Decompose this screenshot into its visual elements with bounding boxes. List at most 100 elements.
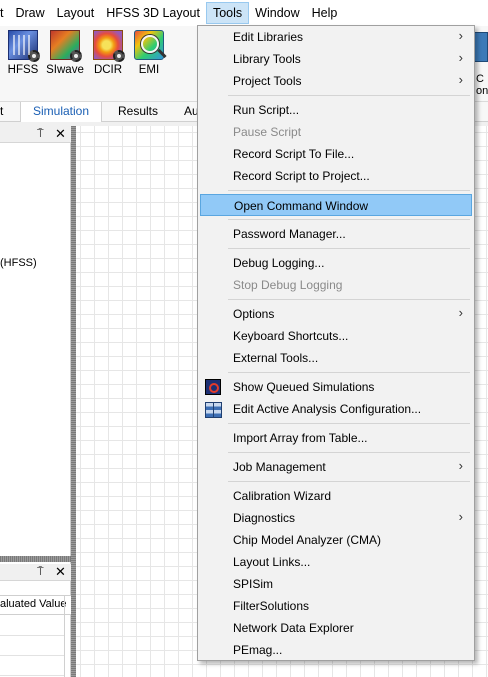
submenu-arrow-icon: › <box>458 72 463 87</box>
tab-clipped[interactable]: t <box>0 102 3 122</box>
gear-icon <box>113 50 125 62</box>
gear-icon <box>70 50 82 62</box>
menu-item-label: Stop Debug Logging <box>233 278 343 292</box>
clipped-tool-label: C on <box>476 73 488 97</box>
menu-item-filtersolutions[interactable]: FilterSolutions <box>200 595 472 617</box>
menu-item-open-command-window[interactable]: Open Command Window <box>200 194 472 216</box>
menu-item-pemag[interactable]: PEmag... <box>200 639 472 661</box>
column-header-label: aluated Value <box>0 598 67 610</box>
hfss-label: HFSS <box>7 64 39 76</box>
menu-item-run-script[interactable]: Run Script... <box>200 99 472 121</box>
magnifier-icon <box>141 35 159 53</box>
tree-item[interactable]: (HFSS) <box>0 257 37 269</box>
menu-separator <box>228 423 470 424</box>
submenu-arrow-icon: › <box>458 305 463 320</box>
menu-item-label: Job Management <box>233 460 326 474</box>
menu-item-label: FilterSolutions <box>233 599 310 613</box>
tab-simulation[interactable]: Simulation <box>20 102 102 122</box>
menu-item-pause-script: Pause Script <box>200 121 472 143</box>
gear-icon <box>28 50 40 62</box>
siwave-button[interactable]: SIwave <box>45 30 85 76</box>
menu-item-options[interactable]: Options › <box>200 303 472 325</box>
menu-item-chip-model-analyzer[interactable]: Chip Model Analyzer (CMA) <box>200 529 472 551</box>
menu-item-spisim[interactable]: SPISim <box>200 573 472 595</box>
menu-item-label: Library Tools <box>233 52 301 66</box>
menu-item-label: Run Script... <box>233 103 300 117</box>
column-header[interactable]: aluated Value <box>0 595 71 615</box>
hfss-button[interactable]: HFSS <box>3 30 43 76</box>
panel-header: ⍑ ✕ <box>0 126 71 143</box>
tab-results[interactable]: Results <box>118 102 158 122</box>
menu-item-label: Record Script to Project... <box>233 169 370 183</box>
menu-draw[interactable]: Draw <box>9 2 50 24</box>
submenu-arrow-icon: › <box>458 509 463 524</box>
menu-item-record-script-to-file[interactable]: Record Script To File... <box>200 143 472 165</box>
menu-item-keyboard-shortcuts[interactable]: Keyboard Shortcuts... <box>200 325 472 347</box>
menu-help[interactable]: Help <box>306 2 344 24</box>
menu-item-import-array-from-table[interactable]: Import Array from Table... <box>200 427 472 449</box>
menu-item-show-queued-simulations[interactable]: Show Queued Simulations <box>200 376 472 398</box>
pin-icon[interactable]: ⍑ <box>37 565 44 579</box>
menu-item-label: External Tools... <box>233 351 319 365</box>
menu-item-label: Diagnostics <box>233 511 296 525</box>
submenu-arrow-icon: › <box>458 458 463 473</box>
hfss-icon <box>8 30 40 62</box>
menu-hfss-3d-layout[interactable]: HFSS 3D Layout <box>100 2 206 24</box>
menu-item-password-manager[interactable]: Password Manager... <box>200 223 472 245</box>
siwave-label: SIwave <box>46 64 84 76</box>
menu-item-label: Network Data Explorer <box>233 621 354 635</box>
menu-item-label: SPISim <box>233 577 274 591</box>
menu-item-label: Open Command Window <box>234 199 369 213</box>
menu-separator <box>228 481 470 482</box>
table-row <box>0 635 64 636</box>
menu-window[interactable]: Window <box>249 2 305 24</box>
menu-layout[interactable]: Layout <box>51 2 101 24</box>
emi-label: EMI <box>138 64 160 76</box>
menu-item-label: Keyboard Shortcuts... <box>233 329 349 343</box>
menu-item-calibration-wizard[interactable]: Calibration Wizard <box>200 485 472 507</box>
project-manager-panel: ⍑ ✕ (HFSS) <box>0 126 71 556</box>
menu-item-diagnostics[interactable]: Diagnostics › <box>200 507 472 529</box>
menu-item-label: Layout Links... <box>233 555 311 569</box>
menu-item-external-tools[interactable]: External Tools... <box>200 347 472 369</box>
dcir-icon <box>93 30 125 62</box>
menu-item-library-tools[interactable]: Library Tools › <box>200 48 472 70</box>
dcir-label: DCIR <box>93 64 123 76</box>
menu-item-job-management[interactable]: Job Management › <box>200 456 472 478</box>
tools-menu-dropdown: Edit Libraries › Library Tools › Project… <box>197 25 475 661</box>
close-icon[interactable]: ✕ <box>55 127 66 141</box>
menu-separator <box>228 248 470 249</box>
menu-item-label: Password Manager... <box>233 227 346 241</box>
menu-item-debug-logging[interactable]: Debug Logging... <box>200 252 472 274</box>
menu-item-label: Show Queued Simulations <box>233 380 375 394</box>
menu-item-edit-libraries[interactable]: Edit Libraries › <box>200 26 472 48</box>
dcir-button[interactable]: DCIR <box>88 30 128 76</box>
menu-bar: t Draw Layout HFSS 3D Layout Tools Windo… <box>0 0 488 26</box>
menu-separator <box>228 299 470 300</box>
menu-item-network-data-explorer[interactable]: Network Data Explorer <box>200 617 472 639</box>
menu-edit-clipped[interactable]: t <box>0 2 9 24</box>
menu-item-edit-active-analysis-configuration[interactable]: Edit Active Analysis Configuration... <box>200 398 472 420</box>
menu-separator <box>228 452 470 453</box>
menu-item-project-tools[interactable]: Project Tools › <box>200 70 472 92</box>
menu-item-record-script-to-project[interactable]: Record Script to Project... <box>200 165 472 187</box>
panel-header: ⍑ ✕ <box>0 564 71 581</box>
menu-item-stop-debug-logging: Stop Debug Logging <box>200 274 472 296</box>
menu-item-label: Project Tools <box>233 74 302 88</box>
menu-separator <box>228 95 470 96</box>
emi-icon <box>134 30 164 60</box>
submenu-arrow-icon: › <box>458 28 463 43</box>
menu-tools[interactable]: Tools <box>205 2 250 24</box>
menu-item-label: Options <box>233 307 275 321</box>
pin-icon[interactable]: ⍑ <box>37 127 44 141</box>
close-icon[interactable]: ✕ <box>55 565 66 579</box>
menu-separator <box>228 372 470 373</box>
menu-separator <box>228 190 470 191</box>
properties-panel: ⍑ ✕ aluated Value <box>0 562 71 677</box>
emi-button[interactable]: EMI <box>129 30 169 76</box>
menu-item-label: Import Array from Table... <box>233 431 368 445</box>
menu-item-label: Calibration Wizard <box>233 489 332 503</box>
menu-item-label: Pause Script <box>233 125 302 139</box>
menu-item-label: Record Script To File... <box>233 147 355 161</box>
menu-item-layout-links[interactable]: Layout Links... <box>200 551 472 573</box>
